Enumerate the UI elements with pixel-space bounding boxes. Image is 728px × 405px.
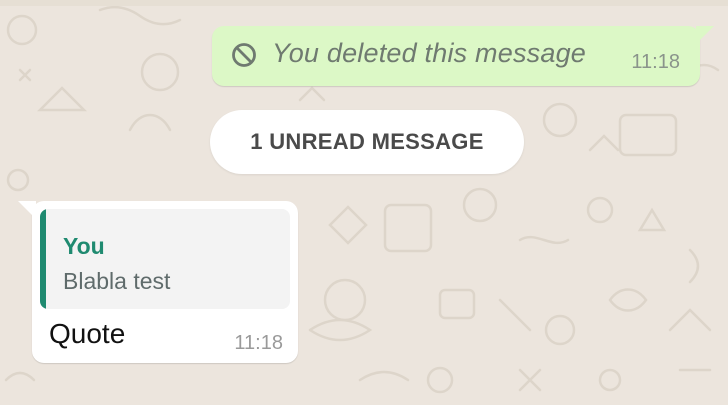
- quoted-text: Blabla test: [63, 268, 171, 294]
- incoming-quote-message[interactable]: You Blabla test Quote 11:18: [18, 201, 298, 363]
- bubble-tail: [18, 201, 36, 219]
- unread-separator: 1 UNREAD MESSAGE: [210, 110, 524, 174]
- quote-accent-bar: [40, 209, 46, 309]
- outgoing-deleted-message[interactable]: You deleted this message 11:18: [212, 26, 714, 86]
- unread-separator-label: 1 UNREAD MESSAGE: [250, 129, 484, 154]
- bubble-tail: [696, 26, 714, 44]
- message-timestamp: 11:18: [234, 332, 283, 354]
- quoted-author: You: [63, 233, 105, 259]
- previous-message-edge: [0, 0, 728, 6]
- prohibited-icon: [230, 41, 258, 69]
- quoted-message[interactable]: You Blabla test: [40, 209, 290, 309]
- message-text: Quote: [49, 318, 126, 349]
- message-timestamp: 11:18: [631, 51, 680, 73]
- deleted-message-text: You deleted this message: [272, 38, 587, 68]
